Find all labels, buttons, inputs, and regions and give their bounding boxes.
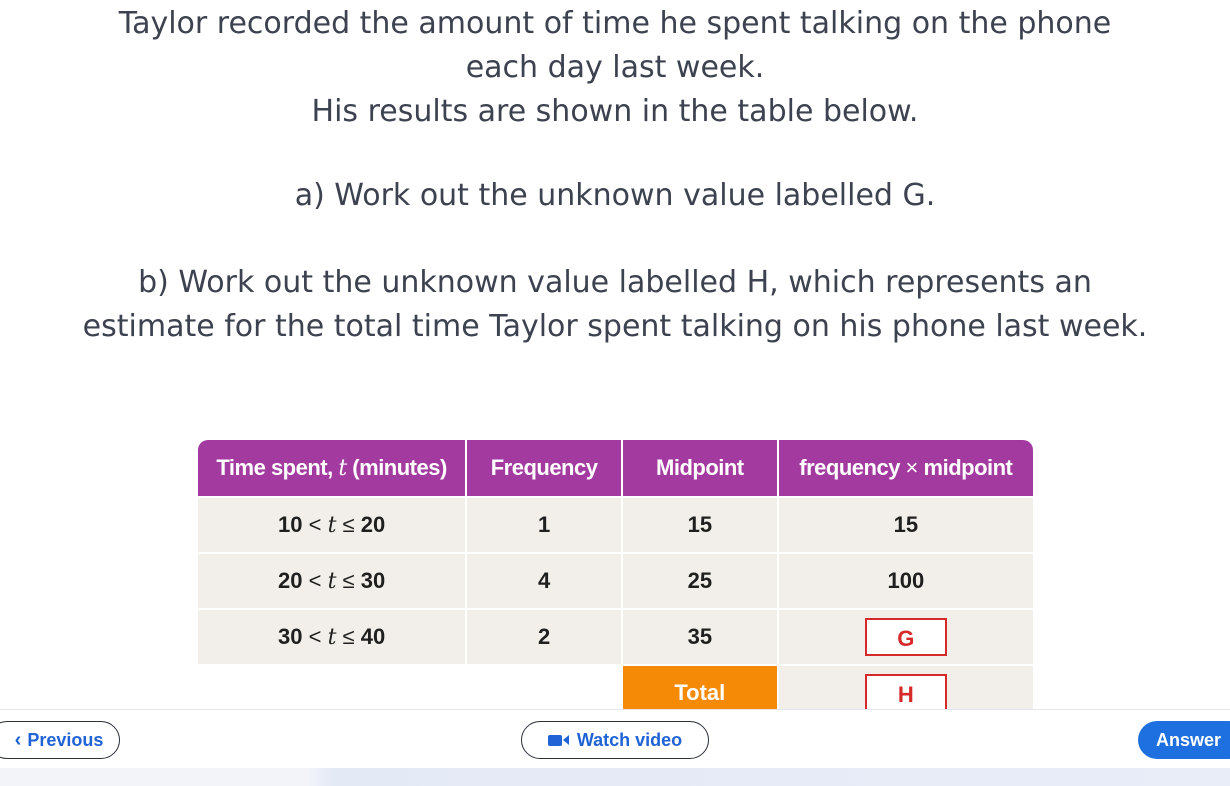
intro-line-2: each day last week.: [465, 50, 765, 85]
header-frequency: Frequency: [467, 440, 623, 496]
unknown-h-box: H: [864, 674, 947, 710]
empty-cell: [467, 664, 623, 710]
midpoint-cell: 15: [622, 496, 779, 552]
header-midpoint: Midpoint: [622, 440, 779, 496]
time-interval-cell: 20 < t ≤ 30: [198, 552, 468, 608]
header-time-spent: Time spent, t (minutes): [198, 440, 468, 496]
time-interval-cell: 30 < t ≤ 40: [198, 608, 468, 664]
question-intro: Taylor recorded the amount of time he sp…: [0, 2, 1230, 134]
total-row: Total H: [198, 664, 1033, 710]
total-value-cell: H: [778, 664, 1033, 710]
table-row: 10 < t ≤ 20 1 15 15: [198, 496, 1033, 552]
table-header-row: Time spent, t (minutes) Frequency Midpoi…: [198, 440, 1033, 496]
question-part-b: b) Work out the unknown value labelled H…: [0, 261, 1230, 349]
variable-t: t: [338, 456, 347, 481]
intro-line-1: Taylor recorded the amount of time he sp…: [118, 6, 1112, 41]
frequency-cell: 4: [467, 552, 623, 608]
question-part-a: a) Work out the unknown value labelled G…: [0, 174, 1230, 218]
grouped-frequency-table: Time spent, t (minutes) Frequency Midpoi…: [198, 440, 1033, 710]
frequency-table: Time spent, t (minutes) Frequency Midpoi…: [198, 440, 1033, 710]
video-camera-icon: [547, 734, 569, 746]
answer-button[interactable]: Answer: [1138, 721, 1230, 759]
watch-video-button[interactable]: Watch video: [521, 721, 709, 759]
intro-line-3: His results are shown in the table below…: [311, 94, 919, 129]
answer-label: Answer: [1156, 729, 1222, 750]
part-b-line-1: b) Work out the unknown value labelled H…: [138, 265, 1092, 300]
previous-label: Previous: [27, 729, 104, 750]
time-interval-cell: 10 < t ≤ 20: [198, 496, 468, 552]
header-frequency-times-midpoint: frequency × midpoint: [778, 440, 1033, 496]
product-cell: G: [778, 608, 1033, 664]
navigation-bar: ‹ Previous Watch video Answer: [0, 709, 1230, 786]
product-cell: 15: [778, 496, 1033, 552]
midpoint-cell: 25: [622, 552, 779, 608]
part-a-text: a) Work out the unknown value labelled G…: [294, 178, 936, 213]
total-label-cell: Total: [622, 664, 779, 710]
chevron-left-icon: ‹: [14, 728, 22, 751]
table-row: 20 < t ≤ 30 4 25 100: [198, 552, 1033, 608]
times-symbol: ×: [905, 455, 919, 480]
midpoint-cell: 35: [622, 608, 779, 664]
previous-button[interactable]: ‹ Previous: [0, 721, 120, 759]
frequency-cell: 1: [467, 496, 623, 552]
watch-video-label: Watch video: [576, 729, 683, 750]
part-b-line-2: estimate for the total time Taylor spent…: [82, 309, 1148, 344]
empty-cell: [198, 664, 468, 710]
unknown-g-box: G: [864, 618, 947, 656]
product-cell: 100: [778, 552, 1033, 608]
bottom-strip: [0, 768, 1230, 786]
table-row: 30 < t ≤ 40 2 35 G: [198, 608, 1033, 664]
frequency-cell: 2: [467, 608, 623, 664]
